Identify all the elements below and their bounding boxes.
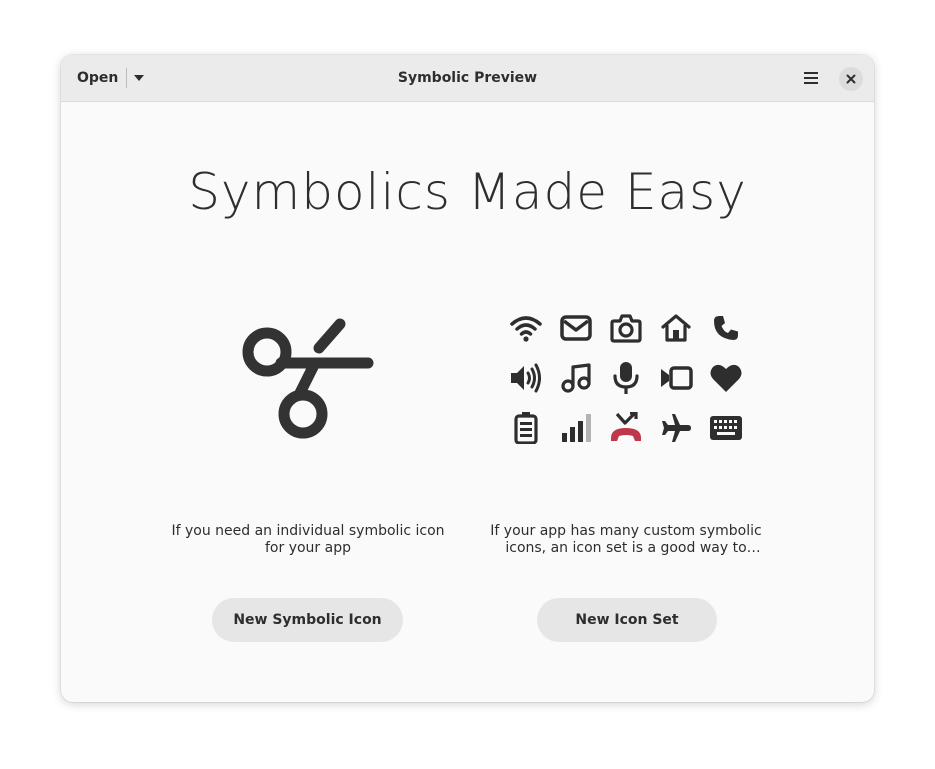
icon-set-preview [508, 310, 748, 460]
pan-down-icon [134, 75, 145, 81]
volume-icon [508, 360, 544, 396]
main-menu-button[interactable] [794, 63, 828, 93]
microphone-icon [608, 360, 644, 396]
hamburger-menu-icon [804, 72, 818, 84]
airplane-icon [658, 410, 694, 446]
scissors-icon [242, 318, 374, 439]
close-icon [846, 74, 856, 84]
keyboard-icon [708, 410, 744, 446]
signal-bars-icon [558, 410, 594, 446]
new-symbolic-icon-button[interactable]: New Symbolic Icon [212, 598, 403, 642]
single-icon-description: If you need an individual symbolic icon … [171, 523, 445, 556]
open-split-button: Open [69, 63, 151, 93]
open-recent-dropdown-button[interactable] [127, 63, 151, 93]
camera-icon [608, 310, 644, 346]
open-button[interactable]: Open [69, 63, 126, 93]
call-hangup-icon [608, 410, 644, 446]
heart-icon [708, 360, 744, 396]
close-button[interactable] [839, 67, 863, 91]
wifi-icon [508, 310, 544, 346]
icon-set-description: If your app has many custom symbolic ico… [490, 523, 762, 556]
window-title: Symbolic Preview [397, 70, 538, 86]
headerbar: Open Symbolic Preview [61, 55, 874, 102]
app-window: Open Symbolic Preview Symbolics Made Eas… [61, 55, 874, 702]
new-icon-set-button[interactable]: New Icon Set [537, 598, 717, 642]
home-icon [658, 310, 694, 346]
battery-icon [508, 410, 544, 446]
phone-icon [708, 310, 744, 346]
mail-icon [558, 310, 594, 346]
page-headline: Symbolics Made Easy [188, 163, 747, 221]
music-note-icon [558, 360, 594, 396]
video-camera-icon [658, 360, 694, 396]
